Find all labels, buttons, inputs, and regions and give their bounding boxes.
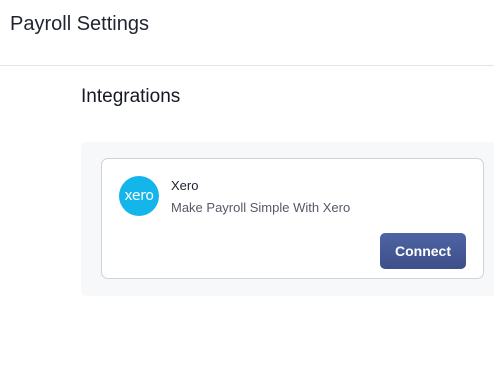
integration-description: Make Payroll Simple With Xero bbox=[171, 200, 351, 215]
page-title: Payroll Settings bbox=[10, 13, 149, 35]
integration-name: Xero bbox=[171, 178, 199, 193]
connect-button[interactable]: Connect bbox=[380, 233, 466, 269]
integration-card-xero: xero Xero Make Payroll Simple With Xero … bbox=[101, 158, 484, 279]
xero-logo-icon: xero bbox=[119, 176, 159, 216]
payroll-settings-page: Payroll Settings Integrations xero Xero … bbox=[0, 0, 494, 377]
integrations-heading: Integrations bbox=[81, 86, 181, 107]
page-header: Payroll Settings bbox=[0, 0, 494, 66]
xero-logo-text: xero bbox=[124, 188, 154, 204]
